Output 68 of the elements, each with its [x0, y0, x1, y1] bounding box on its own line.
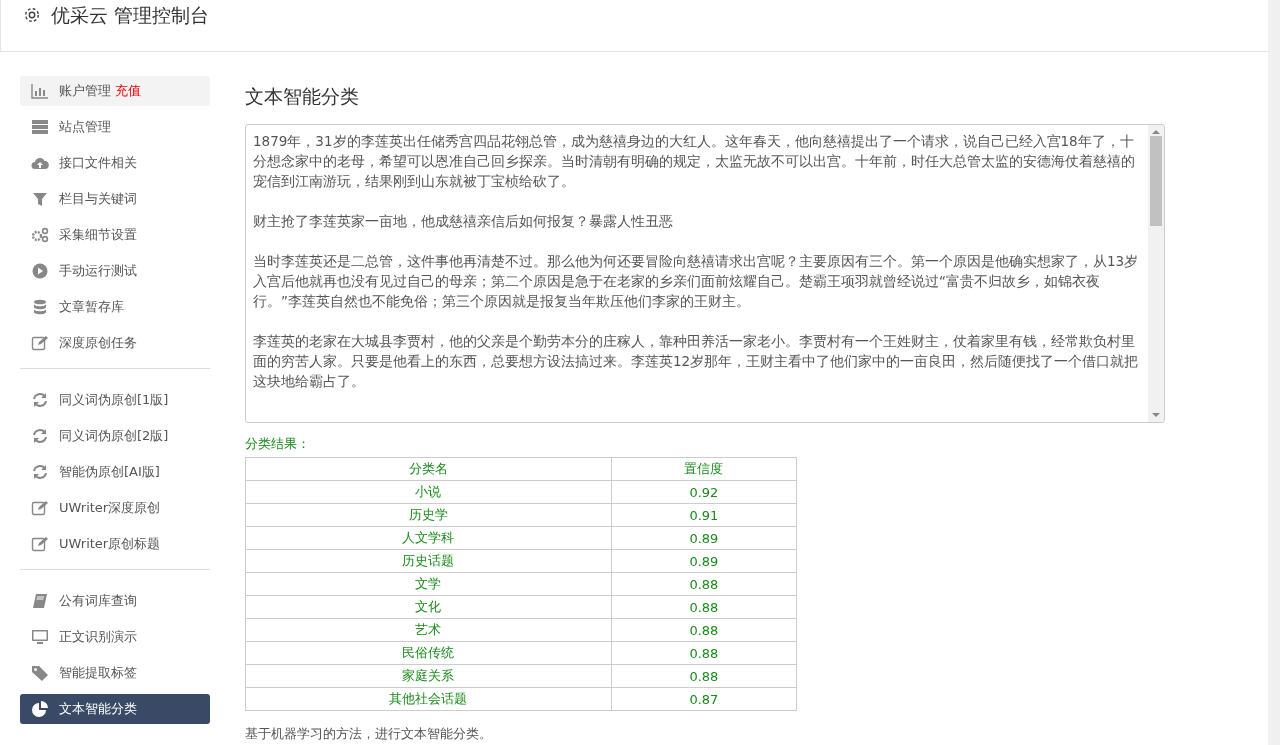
- edit-icon: [31, 536, 49, 552]
- sidebar-item[interactable]: 智能提取标签: [20, 658, 210, 688]
- table-cell: 0.88: [611, 618, 797, 642]
- table-cell: 艺术: [245, 618, 612, 642]
- edit-icon: [31, 335, 49, 351]
- sidebar-item[interactable]: 文章暂存库: [20, 292, 210, 322]
- sidebar-item[interactable]: 手动运行测试: [20, 256, 210, 286]
- sidebar-item[interactable]: 同义词伪原创[1版]: [20, 385, 210, 415]
- paragraph: 1879年，31岁的李莲英出任储秀宫四品花翎总管，成为慈禧身边的大红人。这年春天，他向慈禧提出了一个请求，说自己已经入宫18年了，十分想念家中的老母，希望可以恩准自己回乡探亲。当时清朝有明确的规定，太监无故不可以出宫。十年前，时任大总管太监的安德海仗着慈禧的宠信到江南游玩，结果刚到山东就被丁宝桢给砍了。: [253, 132, 1136, 191]
- table-cell: 文学: [245, 572, 612, 596]
- tag-icon: [31, 665, 49, 681]
- bar-chart-icon: [31, 83, 49, 99]
- monitor-icon: [31, 629, 49, 645]
- table-cell: 历史学: [245, 503, 612, 527]
- settings-icon: [23, 6, 41, 24]
- book-icon: [31, 593, 49, 609]
- table-cell: 人文学科: [245, 526, 612, 550]
- sidebar-item[interactable]: 智能伪原创[AI版]: [20, 457, 210, 487]
- table-cell: 0.87: [611, 687, 797, 711]
- table-cell: 0.88: [611, 641, 797, 665]
- filter-icon: [31, 191, 49, 207]
- server-icon: [31, 119, 49, 135]
- sidebar-item[interactable]: 采集细节设置: [20, 220, 210, 250]
- table-cell: 历史话题: [245, 549, 612, 573]
- refresh-icon: [31, 464, 49, 480]
- play-icon: [31, 263, 49, 279]
- paragraph: 李莲英的老家在大城县李贾村，他的父亲是个勤劳本分的庄稼人，靠种田养活一家老小。李贾村有一个王姓财主，仗着家里有钱，经常欺负村里面的穷苦人家。只要是他看上的东西，总要想方设法搞过来。李莲英12岁那年，王财主看中了他们家中的一亩良田，然后随便找了一个借口就把这块地给霸占了。: [253, 332, 1140, 391]
- table-cell: 0.88: [611, 572, 797, 596]
- description-text: 基于机器学习的方法，进行文本智能分类。: [245, 725, 493, 743]
- recharge-link[interactable]: 充值: [115, 82, 141, 100]
- table-cell: 0.88: [611, 664, 797, 688]
- pie-chart-icon: [31, 701, 49, 717]
- sidebar-item[interactable]: UWriter原创标题: [20, 529, 210, 559]
- edit-icon: [31, 500, 49, 516]
- refresh-icon: [31, 392, 49, 408]
- table-cell: 文化: [245, 595, 612, 619]
- sidebar-item[interactable]: 站点管理: [20, 112, 210, 142]
- database-icon: [31, 299, 49, 315]
- table-cell: 0.89: [611, 549, 797, 573]
- column-header: 置信度: [611, 457, 797, 481]
- table-cell: 0.88: [611, 595, 797, 619]
- table-cell: 家庭关系: [245, 664, 612, 688]
- sidebar-item[interactable]: 账户管理 充值: [20, 76, 210, 106]
- table-cell: 其他社会话题: [245, 687, 612, 711]
- sidebar-item[interactable]: 同义词伪原创[2版]: [20, 421, 210, 451]
- sidebar-item[interactable]: 接口文件相关: [20, 148, 210, 178]
- paragraph: 财主抢了李莲英家一亩地，他成慈禧亲信后如何报复？暴露人性丑恶: [253, 212, 674, 231]
- result-label: 分类结果：: [245, 435, 311, 453]
- sidebar-item[interactable]: 正文识别演示: [20, 622, 210, 652]
- sidebar-item[interactable]: 文本智能分类: [20, 694, 210, 724]
- page-title: 文本智能分类: [245, 84, 360, 109]
- cloud-upload-icon: [31, 155, 49, 171]
- refresh-icon: [31, 428, 49, 444]
- sidebar-item[interactable]: 栏目与关键词: [20, 184, 210, 214]
- table-cell: 0.92: [611, 480, 797, 504]
- sidebar-item[interactable]: UWriter深度原创: [20, 493, 210, 523]
- table-cell: 民俗传统: [245, 641, 612, 665]
- table-cell: 小说: [245, 480, 612, 504]
- app-title: 优采云 管理控制台: [51, 4, 210, 26]
- sidebar-item[interactable]: 深度原创任务: [20, 328, 210, 358]
- gears-icon: [31, 227, 49, 243]
- sidebar-item[interactable]: 公有词库查询: [20, 586, 210, 616]
- paragraph: 当时李莲英还是二总管，这件事他再清楚不过。那么他为何还要冒险向慈禧请求出宫呢？主要原因有三个。第一个原因是他确实想家了，从13岁入宫后他就再也没有见过自己的母亲；第二个原因是急于在老家的乡亲们面前炫耀自己。楚霸王项羽就曾经说过“富贵不归故乡，如锦衣夜行。”李莲英自然也不能免俗；第三个原因就是报复当年欺压他们李家的王财主。: [253, 252, 1140, 311]
- scrollbar[interactable]: [1148, 125, 1164, 422]
- table-cell: 0.91: [611, 503, 797, 527]
- table-cell: 0.89: [611, 526, 797, 550]
- text-input-field[interactable]: [245, 124, 1165, 423]
- column-header: 分类名: [245, 457, 612, 481]
